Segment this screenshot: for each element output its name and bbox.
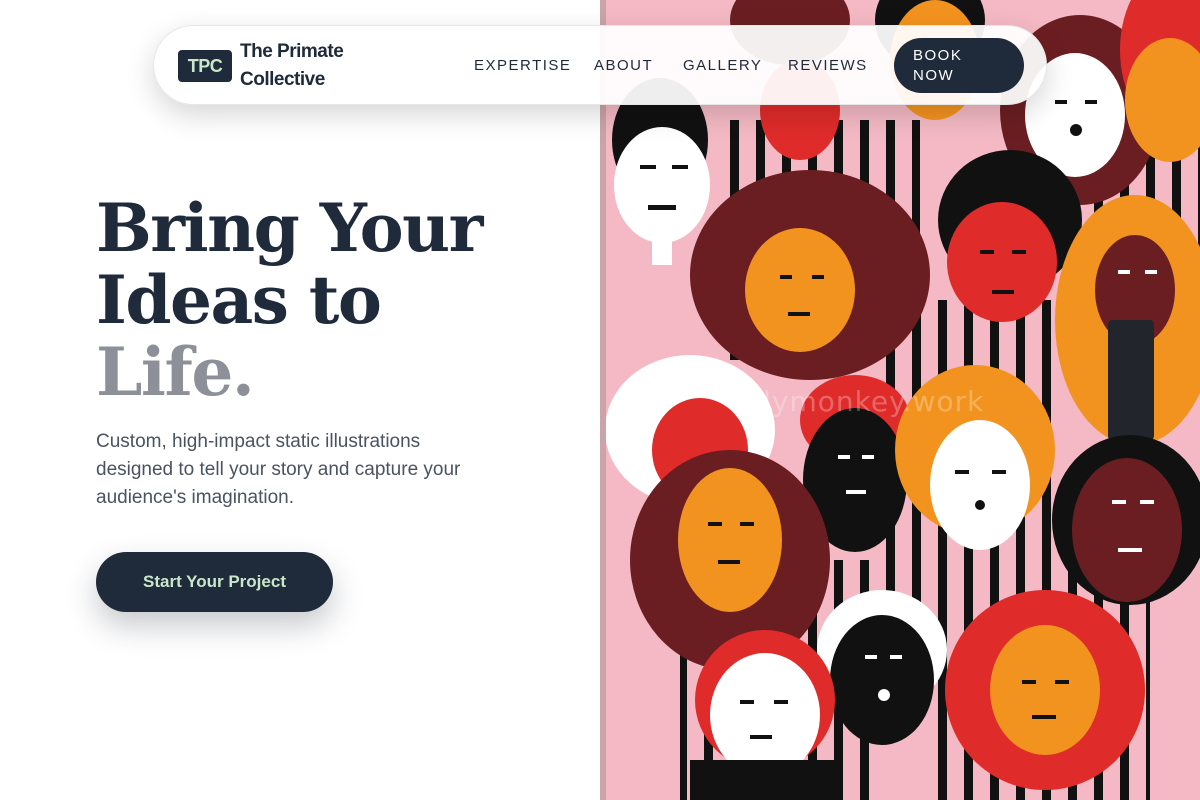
brand-name-line2: Collective — [240, 69, 325, 90]
book-now-label-line2: NOW — [913, 67, 955, 84]
hero-title-line2: Ideas to — [96, 261, 382, 339]
hero-subtitle: Custom, high-impact static illustrations… — [96, 431, 461, 508]
watermark-text: sillymonkey.work — [730, 385, 985, 418]
book-now-button[interactable]: BOOK NOW — [894, 38, 1024, 93]
logo-badge[interactable]: TPC — [178, 50, 232, 82]
top-navigation: TPC The Primate Collective EXPERTISE ABO… — [153, 25, 1047, 105]
hero-title-line1: Bring Your — [96, 189, 483, 267]
start-project-button[interactable]: Start Your Project — [96, 552, 333, 612]
hero-title-line3: Life. — [96, 333, 255, 411]
nav-link-reviews[interactable]: REVIEWS — [788, 57, 868, 74]
nav-link-about[interactable]: ABOUT — [594, 57, 653, 74]
nav-link-gallery[interactable]: GALLERY — [683, 57, 762, 74]
brand-name[interactable]: The Primate Collective — [240, 38, 380, 94]
brand-name-line1: The Primate — [240, 41, 344, 62]
hero-title: Bring Your Ideas to Life. — [96, 189, 483, 411]
nav-link-expertise[interactable]: EXPERTISE — [474, 57, 571, 74]
book-now-label-line1: BOOK — [913, 47, 963, 64]
